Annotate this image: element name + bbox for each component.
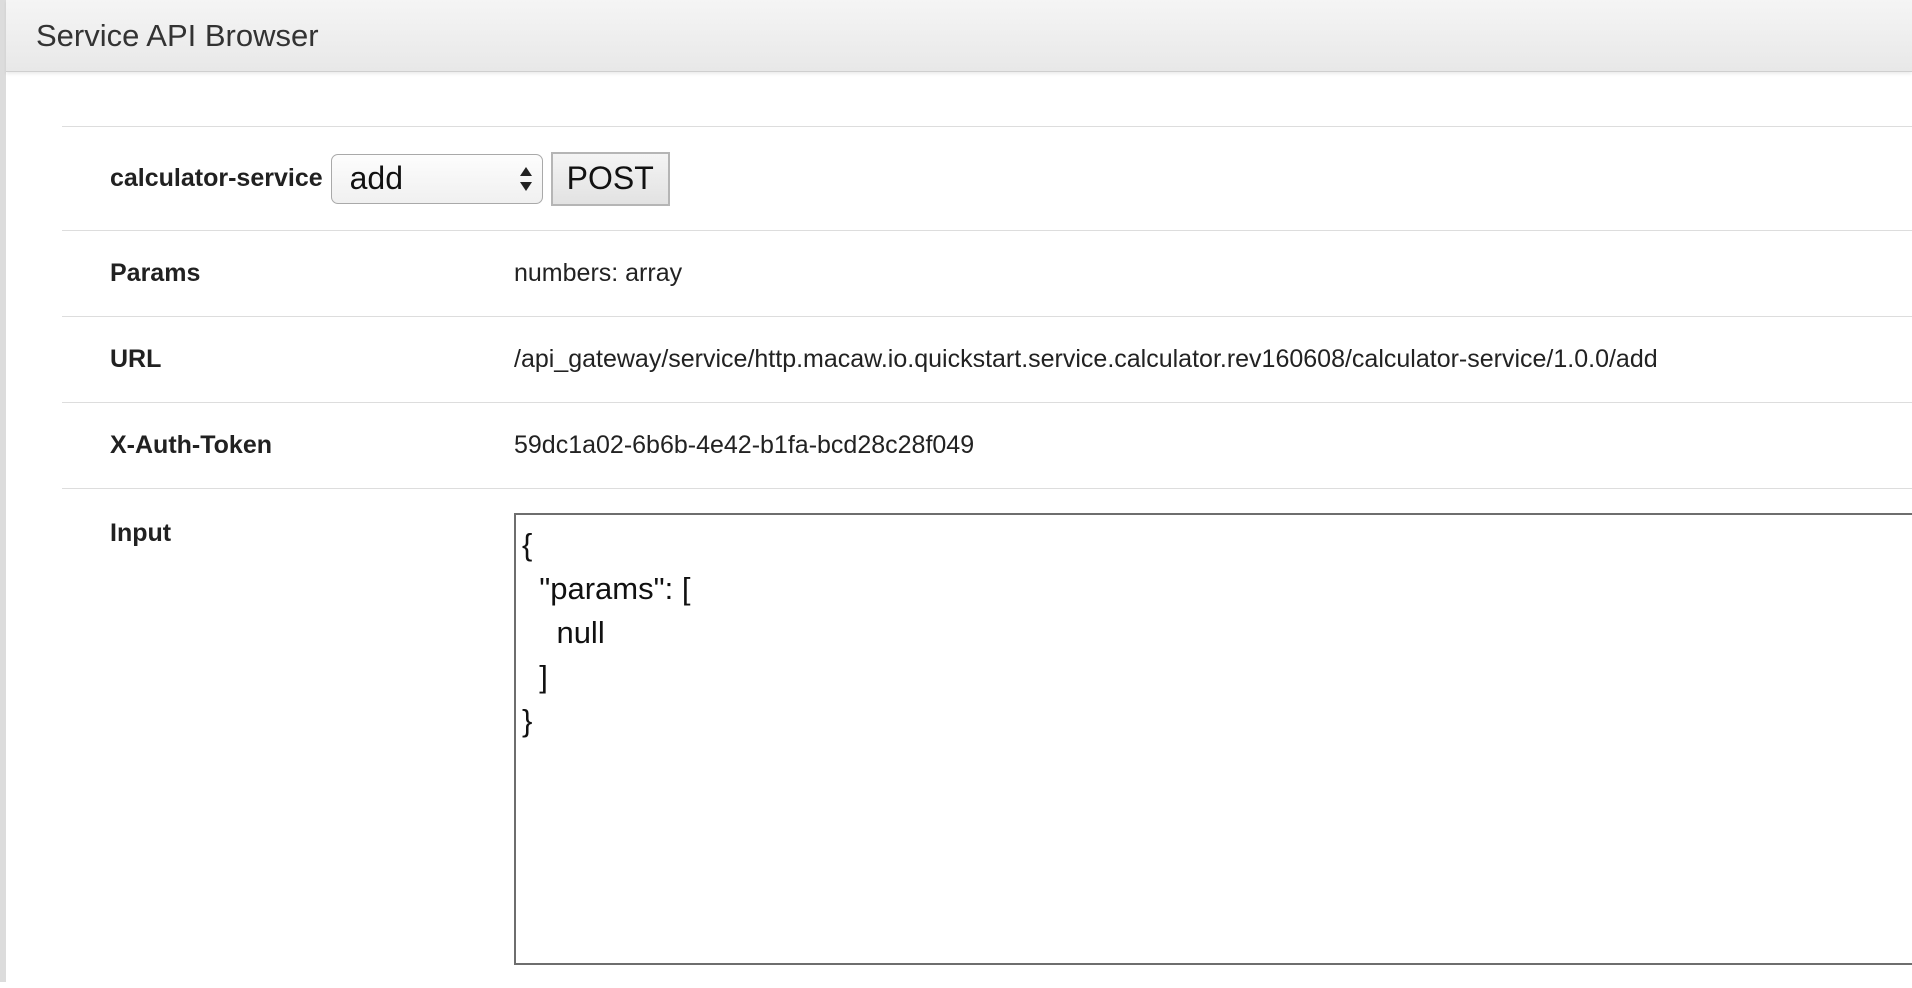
method-select-value: add xyxy=(349,160,404,196)
params-value: numbers: array xyxy=(514,259,683,287)
url-label: URL xyxy=(110,345,162,373)
post-button[interactable]: POST xyxy=(550,151,670,206)
service-name-label: calculator-service xyxy=(110,164,323,192)
panel-header: Service API Browser xyxy=(6,0,1912,72)
service-api-browser-panel: Service API Browser calculator-service a… xyxy=(0,0,1912,982)
url-value: /api_gateway/service/http.macaw.io.quick… xyxy=(514,345,1658,373)
up-down-arrows-icon xyxy=(519,166,532,191)
token-row: X-Auth-Token 59dc1a02-6b6b-4e42-b1fa-bcd… xyxy=(62,402,1912,488)
panel-title: Service API Browser xyxy=(36,17,319,53)
token-label: X-Auth-Token xyxy=(110,431,273,459)
api-form: calculator-service add POST Params numbe… xyxy=(62,126,1912,988)
params-label: Params xyxy=(110,259,201,287)
params-row: Params numbers: array xyxy=(62,230,1912,316)
input-textarea[interactable]: { "params": [ null ] } xyxy=(514,513,1912,965)
service-row: calculator-service add POST xyxy=(62,126,1912,230)
method-select[interactable]: add xyxy=(330,153,543,204)
url-row: URL /api_gateway/service/http.macaw.io.q… xyxy=(62,316,1912,402)
input-row: Input { "params": [ null ] } xyxy=(62,488,1912,988)
token-value: 59dc1a02-6b6b-4e42-b1fa-bcd28c28f049 xyxy=(514,431,975,459)
input-label: Input xyxy=(110,519,172,547)
